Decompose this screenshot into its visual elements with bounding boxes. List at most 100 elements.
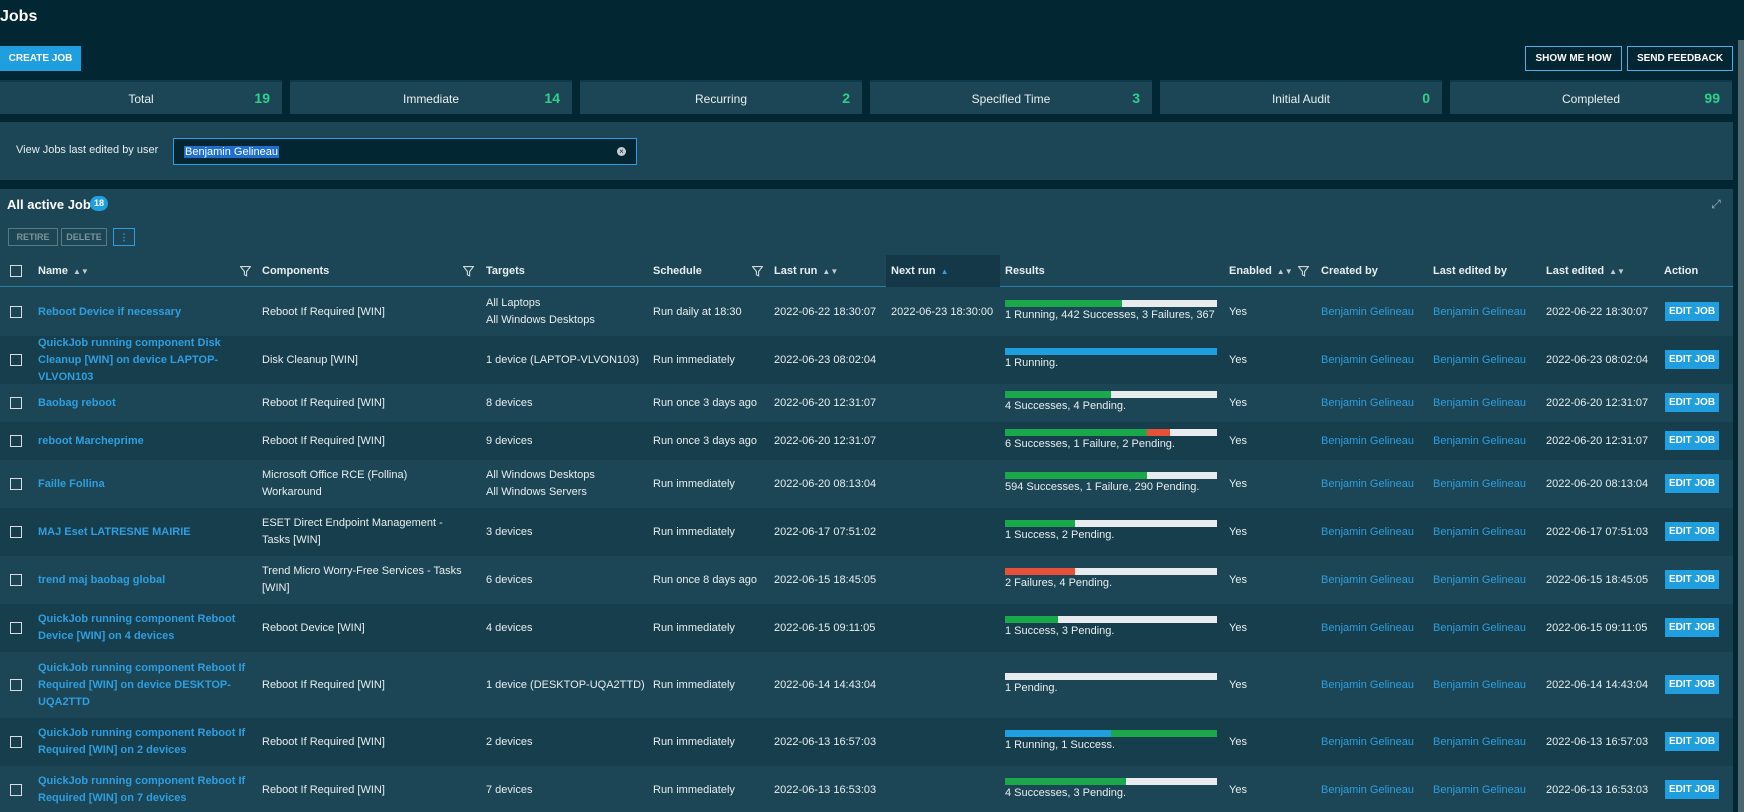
job-name-link[interactable]: QuickJob running component Reboot If Req… <box>38 773 248 807</box>
table-row[interactable]: Reboot Device if necessary Reboot If Requ… <box>0 288 1733 336</box>
edit-job-button[interactable]: EDIT JOB <box>1665 618 1719 637</box>
delete-button[interactable]: DELETE <box>61 228 107 246</box>
row-checkbox[interactable] <box>10 622 22 634</box>
table-row[interactable]: QuickJob running component Disk Cleanup … <box>0 336 1733 384</box>
column-components-label: Components <box>262 265 330 277</box>
job-components: Reboot If Required [WIN] <box>262 783 385 796</box>
user-filter-input[interactable]: Benjamin Gelineau × <box>173 138 637 165</box>
created-by-link[interactable]: Benjamin Gelineau <box>1321 304 1414 321</box>
job-targets: 1 device (DESKTOP-UQA2TTD) <box>486 678 645 691</box>
row-checkbox[interactable] <box>10 574 22 586</box>
last-edited-by-link[interactable]: Benjamin Gelineau <box>1433 782 1526 799</box>
stat-card[interactable]: Recurring 2 <box>580 80 862 114</box>
table-row[interactable]: reboot Marcheprime Reboot If Required [WI… <box>0 422 1733 460</box>
table-row[interactable]: QuickJob running component Reboot Device… <box>0 604 1733 652</box>
job-name-link[interactable]: trend maj baobag global <box>38 572 165 589</box>
table-row[interactable]: trend maj baobag global Trend Micro Worry… <box>0 556 1733 604</box>
expand-icon[interactable]: ⤢ <box>1709 197 1723 211</box>
job-name-link[interactable]: reboot Marcheprime <box>38 433 144 450</box>
job-enabled: Yes <box>1229 305 1247 318</box>
row-checkbox[interactable] <box>10 736 22 748</box>
edit-job-button[interactable]: EDIT JOB <box>1665 522 1719 541</box>
job-name-link[interactable]: MAJ Eset LATRESNE MAIRIE <box>38 524 191 541</box>
create-job-button[interactable]: CREATE JOB <box>0 46 81 71</box>
created-by-link[interactable]: Benjamin Gelineau <box>1321 352 1414 369</box>
stat-card[interactable]: Total 19 <box>0 80 282 114</box>
filter-funnel-icon[interactable] <box>1298 266 1309 277</box>
edit-job-button[interactable]: EDIT JOB <box>1665 780 1719 799</box>
job-name-link[interactable]: QuickJob running component Reboot Device… <box>38 611 248 645</box>
job-name-link[interactable]: QuickJob running component Disk Cleanup … <box>38 335 248 386</box>
table-row[interactable]: MAJ Eset LATRESNE MAIRIE ESET Direct Endp… <box>0 508 1733 556</box>
created-by-link[interactable]: Benjamin Gelineau <box>1321 782 1414 799</box>
stat-card[interactable]: Initial Audit 0 <box>1160 80 1442 114</box>
created-by-link[interactable]: Benjamin Gelineau <box>1321 395 1414 412</box>
created-by-link[interactable]: Benjamin Gelineau <box>1321 433 1414 450</box>
edit-job-button[interactable]: EDIT JOB <box>1665 570 1719 589</box>
edit-job-button[interactable]: EDIT JOB <box>1665 393 1719 412</box>
page-scrollbar[interactable] <box>1738 40 1744 812</box>
last-edited-by-link[interactable]: Benjamin Gelineau <box>1433 476 1526 493</box>
last-edited-by-link[interactable]: Benjamin Gelineau <box>1433 572 1526 589</box>
row-checkbox[interactable] <box>10 354 22 366</box>
clear-icon[interactable]: × <box>617 147 626 156</box>
last-edited-by-link[interactable]: Benjamin Gelineau <box>1433 620 1526 637</box>
table-row[interactable]: Baobag reboot Reboot If Required [WIN] 8 d… <box>0 384 1733 422</box>
column-last-run[interactable]: Last run ▲▼ <box>774 255 838 287</box>
row-checkbox[interactable] <box>10 679 22 691</box>
table-row[interactable]: QuickJob running component Reboot If Req… <box>0 652 1733 718</box>
created-by-link[interactable]: Benjamin Gelineau <box>1321 734 1414 751</box>
job-name-link[interactable]: QuickJob running component Reboot If Req… <box>38 660 248 711</box>
row-checkbox[interactable] <box>10 435 22 447</box>
job-name-link[interactable]: Faille Follina <box>38 476 105 493</box>
row-checkbox[interactable] <box>10 306 22 318</box>
send-feedback-button[interactable]: SEND FEEDBACK <box>1627 46 1733 71</box>
job-name-link[interactable]: Baobag reboot <box>38 395 116 412</box>
last-edited-by-link[interactable]: Benjamin Gelineau <box>1433 524 1526 541</box>
row-checkbox[interactable] <box>10 784 22 796</box>
job-name-link[interactable]: QuickJob running component Reboot If Req… <box>38 725 248 759</box>
row-checkbox[interactable] <box>10 478 22 490</box>
edit-job-button[interactable]: EDIT JOB <box>1665 732 1719 751</box>
stat-card[interactable]: Specified Time 3 <box>870 80 1152 114</box>
last-edited-by-link[interactable]: Benjamin Gelineau <box>1433 352 1526 369</box>
last-edited-by-link[interactable]: Benjamin Gelineau <box>1433 433 1526 450</box>
edit-job-button[interactable]: EDIT JOB <box>1665 350 1719 369</box>
table-row[interactable]: Faille Follina Microsoft Office RCE (Foll… <box>0 460 1733 508</box>
column-next-run[interactable]: Next run ▲ <box>886 255 1000 287</box>
row-checkbox[interactable] <box>10 526 22 538</box>
stat-card[interactable]: Immediate 14 <box>290 80 572 114</box>
filter-funnel-icon[interactable] <box>463 266 474 277</box>
show-me-how-button[interactable]: SHOW ME HOW <box>1525 46 1622 71</box>
last-edited-by-link[interactable]: Benjamin Gelineau <box>1433 677 1526 694</box>
last-edited-by-link[interactable]: Benjamin Gelineau <box>1433 304 1526 321</box>
table-row[interactable]: QuickJob running component Reboot If Req… <box>0 766 1733 812</box>
last-edited-by-link[interactable]: Benjamin Gelineau <box>1433 734 1526 751</box>
column-name[interactable]: Name ▲▼ <box>38 255 89 287</box>
more-actions-button[interactable]: ⋮ <box>113 228 135 246</box>
filter-funnel-icon[interactable] <box>240 266 251 277</box>
edit-job-button[interactable]: EDIT JOB <box>1665 302 1719 321</box>
table-header: Name ▲▼ Components Targets Schedule Last … <box>0 255 1733 287</box>
row-checkbox[interactable] <box>10 397 22 409</box>
job-components: Reboot If Required [WIN] <box>262 305 385 318</box>
select-all-checkbox[interactable] <box>10 265 22 277</box>
job-targets: 7 devices <box>486 783 533 796</box>
created-by-link[interactable]: Benjamin Gelineau <box>1321 524 1414 541</box>
created-by-link[interactable]: Benjamin Gelineau <box>1321 476 1414 493</box>
last-edited-by-link[interactable]: Benjamin Gelineau <box>1433 395 1526 412</box>
retire-button[interactable]: RETIRE <box>8 228 58 246</box>
created-by-link[interactable]: Benjamin Gelineau <box>1321 572 1414 589</box>
filter-funnel-icon[interactable] <box>752 266 763 277</box>
job-last-edited: 2022-06-14 14:43:04 <box>1546 678 1649 691</box>
edit-job-button[interactable]: EDIT JOB <box>1665 474 1719 493</box>
stat-card[interactable]: Completed 99 <box>1450 80 1732 114</box>
created-by-link[interactable]: Benjamin Gelineau <box>1321 620 1414 637</box>
edit-job-button[interactable]: EDIT JOB <box>1665 431 1719 450</box>
edit-job-button[interactable]: EDIT JOB <box>1665 675 1719 694</box>
column-enabled[interactable]: Enabled ▲▼ <box>1229 255 1293 287</box>
column-last-edited[interactable]: Last edited ▲▼ <box>1546 255 1625 287</box>
table-row[interactable]: QuickJob running component Reboot If Req… <box>0 718 1733 766</box>
job-name-link[interactable]: Reboot Device if necessary <box>38 304 181 321</box>
created-by-link[interactable]: Benjamin Gelineau <box>1321 677 1414 694</box>
